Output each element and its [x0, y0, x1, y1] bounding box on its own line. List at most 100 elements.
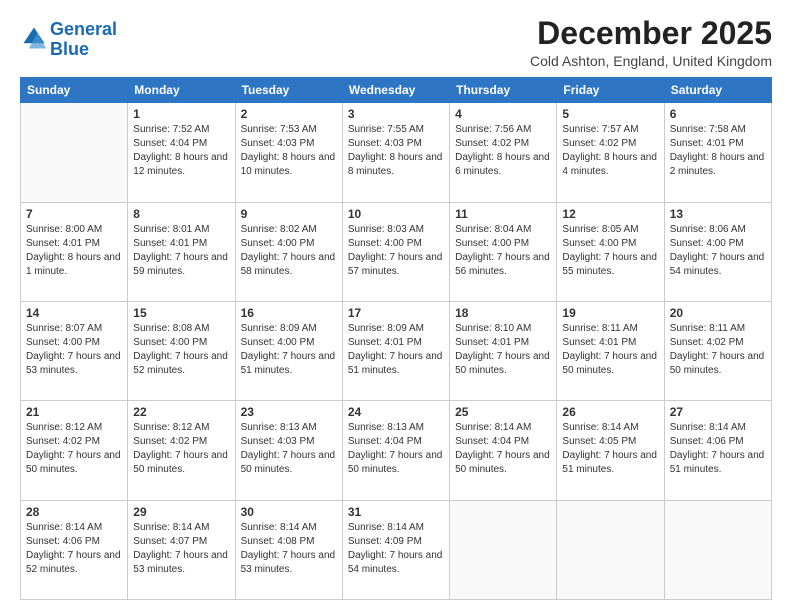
day-number: 24 [348, 405, 444, 419]
calendar-week-row: 21 Sunrise: 8:12 AMSunset: 4:02 PMDaylig… [21, 401, 772, 500]
day-detail: Sunrise: 8:07 AMSunset: 4:00 PMDaylight:… [26, 322, 122, 378]
day-detail: Sunrise: 8:14 AMSunset: 4:09 PMDaylight:… [348, 521, 444, 577]
col-sunday: Sunday [21, 78, 128, 103]
location: Cold Ashton, England, United Kingdom [530, 53, 772, 69]
day-detail: Sunrise: 8:14 AMSunset: 4:06 PMDaylight:… [670, 421, 766, 477]
table-row: 24 Sunrise: 8:13 AMSunset: 4:04 PMDaylig… [342, 401, 449, 500]
calendar-week-row: 7 Sunrise: 8:00 AMSunset: 4:01 PMDayligh… [21, 202, 772, 301]
table-row: 21 Sunrise: 8:12 AMSunset: 4:02 PMDaylig… [21, 401, 128, 500]
day-number: 17 [348, 306, 444, 320]
calendar-header-row: Sunday Monday Tuesday Wednesday Thursday… [21, 78, 772, 103]
table-row: 23 Sunrise: 8:13 AMSunset: 4:03 PMDaylig… [235, 401, 342, 500]
day-detail: Sunrise: 8:11 AMSunset: 4:01 PMDaylight:… [562, 322, 658, 378]
table-row: 18 Sunrise: 8:10 AMSunset: 4:01 PMDaylig… [450, 301, 557, 400]
day-detail: Sunrise: 7:56 AMSunset: 4:02 PMDaylight:… [455, 123, 551, 179]
table-row: 7 Sunrise: 8:00 AMSunset: 4:01 PMDayligh… [21, 202, 128, 301]
table-row: 14 Sunrise: 8:07 AMSunset: 4:00 PMDaylig… [21, 301, 128, 400]
table-row: 26 Sunrise: 8:14 AMSunset: 4:05 PMDaylig… [557, 401, 664, 500]
logo-icon [20, 24, 48, 52]
day-number: 3 [348, 107, 444, 121]
page: General Blue December 2025 Cold Ashton, … [0, 0, 792, 612]
table-row: 9 Sunrise: 8:02 AMSunset: 4:00 PMDayligh… [235, 202, 342, 301]
day-detail: Sunrise: 8:14 AMSunset: 4:04 PMDaylight:… [455, 421, 551, 477]
logo: General Blue [20, 20, 117, 60]
col-thursday: Thursday [450, 78, 557, 103]
day-number: 10 [348, 207, 444, 221]
day-detail: Sunrise: 7:57 AMSunset: 4:02 PMDaylight:… [562, 123, 658, 179]
day-detail: Sunrise: 8:13 AMSunset: 4:04 PMDaylight:… [348, 421, 444, 477]
table-row: 1 Sunrise: 7:52 AMSunset: 4:04 PMDayligh… [128, 103, 235, 202]
table-row: 15 Sunrise: 8:08 AMSunset: 4:00 PMDaylig… [128, 301, 235, 400]
day-number: 4 [455, 107, 551, 121]
day-detail: Sunrise: 8:03 AMSunset: 4:00 PMDaylight:… [348, 223, 444, 279]
day-number: 23 [241, 405, 337, 419]
calendar-week-row: 1 Sunrise: 7:52 AMSunset: 4:04 PMDayligh… [21, 103, 772, 202]
day-number: 25 [455, 405, 551, 419]
day-detail: Sunrise: 7:53 AMSunset: 4:03 PMDaylight:… [241, 123, 337, 179]
day-detail: Sunrise: 8:08 AMSunset: 4:00 PMDaylight:… [133, 322, 229, 378]
day-number: 30 [241, 505, 337, 519]
table-row: 16 Sunrise: 8:09 AMSunset: 4:00 PMDaylig… [235, 301, 342, 400]
calendar-table: Sunday Monday Tuesday Wednesday Thursday… [20, 77, 772, 600]
day-detail: Sunrise: 8:04 AMSunset: 4:00 PMDaylight:… [455, 223, 551, 279]
day-number: 9 [241, 207, 337, 221]
col-saturday: Saturday [664, 78, 771, 103]
table-row: 4 Sunrise: 7:56 AMSunset: 4:02 PMDayligh… [450, 103, 557, 202]
day-number: 31 [348, 505, 444, 519]
col-wednesday: Wednesday [342, 78, 449, 103]
day-number: 26 [562, 405, 658, 419]
day-number: 11 [455, 207, 551, 221]
title-block: December 2025 Cold Ashton, England, Unit… [530, 16, 772, 69]
col-friday: Friday [557, 78, 664, 103]
day-number: 5 [562, 107, 658, 121]
day-number: 27 [670, 405, 766, 419]
day-detail: Sunrise: 8:14 AMSunset: 4:08 PMDaylight:… [241, 521, 337, 577]
day-detail: Sunrise: 8:00 AMSunset: 4:01 PMDaylight:… [26, 223, 122, 279]
table-row: 3 Sunrise: 7:55 AMSunset: 4:03 PMDayligh… [342, 103, 449, 202]
day-detail: Sunrise: 7:52 AMSunset: 4:04 PMDaylight:… [133, 123, 229, 179]
table-row [557, 500, 664, 599]
table-row: 27 Sunrise: 8:14 AMSunset: 4:06 PMDaylig… [664, 401, 771, 500]
day-detail: Sunrise: 7:55 AMSunset: 4:03 PMDaylight:… [348, 123, 444, 179]
table-row: 6 Sunrise: 7:58 AMSunset: 4:01 PMDayligh… [664, 103, 771, 202]
day-number: 6 [670, 107, 766, 121]
table-row: 8 Sunrise: 8:01 AMSunset: 4:01 PMDayligh… [128, 202, 235, 301]
day-detail: Sunrise: 8:14 AMSunset: 4:05 PMDaylight:… [562, 421, 658, 477]
table-row: 2 Sunrise: 7:53 AMSunset: 4:03 PMDayligh… [235, 103, 342, 202]
table-row [21, 103, 128, 202]
logo-text: General Blue [50, 20, 117, 60]
table-row: 12 Sunrise: 8:05 AMSunset: 4:00 PMDaylig… [557, 202, 664, 301]
calendar-week-row: 28 Sunrise: 8:14 AMSunset: 4:06 PMDaylig… [21, 500, 772, 599]
calendar-week-row: 14 Sunrise: 8:07 AMSunset: 4:00 PMDaylig… [21, 301, 772, 400]
table-row: 29 Sunrise: 8:14 AMSunset: 4:07 PMDaylig… [128, 500, 235, 599]
table-row: 22 Sunrise: 8:12 AMSunset: 4:02 PMDaylig… [128, 401, 235, 500]
day-number: 12 [562, 207, 658, 221]
table-row: 17 Sunrise: 8:09 AMSunset: 4:01 PMDaylig… [342, 301, 449, 400]
day-detail: Sunrise: 8:12 AMSunset: 4:02 PMDaylight:… [133, 421, 229, 477]
day-number: 1 [133, 107, 229, 121]
table-row: 10 Sunrise: 8:03 AMSunset: 4:00 PMDaylig… [342, 202, 449, 301]
day-detail: Sunrise: 8:13 AMSunset: 4:03 PMDaylight:… [241, 421, 337, 477]
table-row: 13 Sunrise: 8:06 AMSunset: 4:00 PMDaylig… [664, 202, 771, 301]
day-detail: Sunrise: 8:14 AMSunset: 4:06 PMDaylight:… [26, 521, 122, 577]
day-detail: Sunrise: 8:09 AMSunset: 4:01 PMDaylight:… [348, 322, 444, 378]
day-number: 15 [133, 306, 229, 320]
table-row: 25 Sunrise: 8:14 AMSunset: 4:04 PMDaylig… [450, 401, 557, 500]
table-row: 5 Sunrise: 7:57 AMSunset: 4:02 PMDayligh… [557, 103, 664, 202]
col-tuesday: Tuesday [235, 78, 342, 103]
day-number: 7 [26, 207, 122, 221]
day-detail: Sunrise: 8:12 AMSunset: 4:02 PMDaylight:… [26, 421, 122, 477]
col-monday: Monday [128, 78, 235, 103]
day-detail: Sunrise: 8:01 AMSunset: 4:01 PMDaylight:… [133, 223, 229, 279]
day-number: 13 [670, 207, 766, 221]
table-row: 28 Sunrise: 8:14 AMSunset: 4:06 PMDaylig… [21, 500, 128, 599]
day-number: 28 [26, 505, 122, 519]
day-number: 2 [241, 107, 337, 121]
day-detail: Sunrise: 8:06 AMSunset: 4:00 PMDaylight:… [670, 223, 766, 279]
table-row: 31 Sunrise: 8:14 AMSunset: 4:09 PMDaylig… [342, 500, 449, 599]
day-detail: Sunrise: 8:10 AMSunset: 4:01 PMDaylight:… [455, 322, 551, 378]
day-detail: Sunrise: 8:14 AMSunset: 4:07 PMDaylight:… [133, 521, 229, 577]
table-row: 20 Sunrise: 8:11 AMSunset: 4:02 PMDaylig… [664, 301, 771, 400]
table-row [664, 500, 771, 599]
table-row [450, 500, 557, 599]
